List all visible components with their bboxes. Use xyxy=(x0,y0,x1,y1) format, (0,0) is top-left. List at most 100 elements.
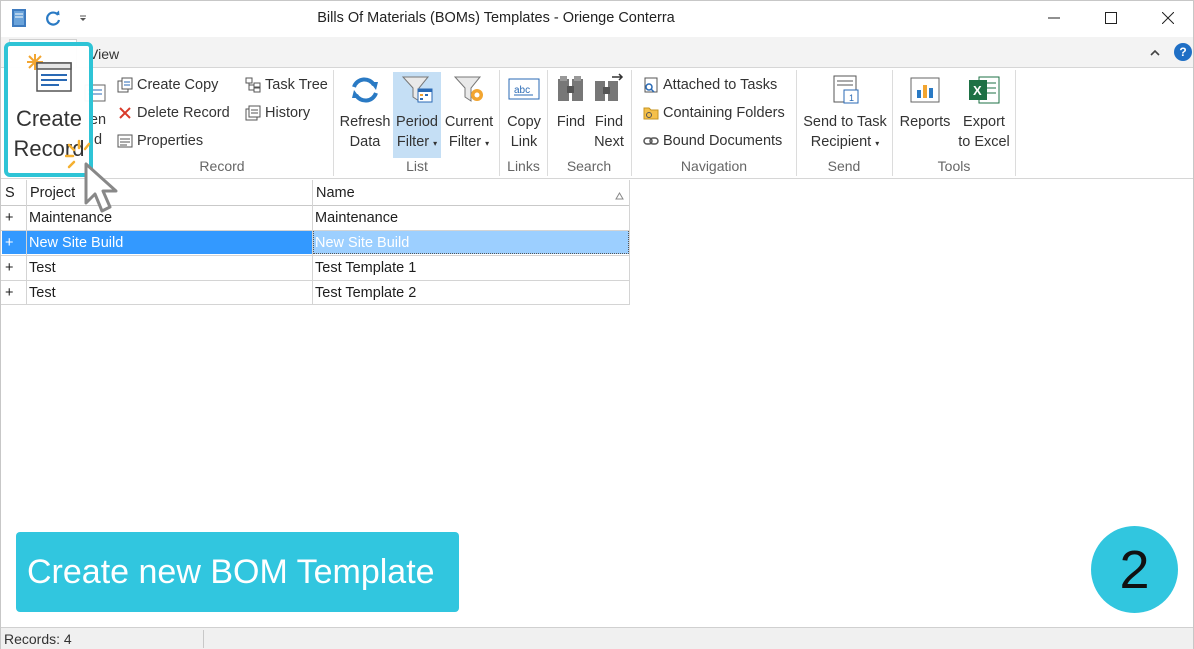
ribbon: en d Create Copy Delete Record Propertie… xyxy=(1,67,1193,179)
reports-label: Reports xyxy=(899,114,951,130)
row-divider xyxy=(1,304,630,305)
properties-button[interactable]: Properties xyxy=(117,130,203,152)
folder-icon xyxy=(643,105,659,121)
period-label-2: Filter ▾ xyxy=(396,134,438,150)
column-divider xyxy=(26,180,27,305)
minimize-button[interactable] xyxy=(1025,1,1083,35)
properties-icon xyxy=(117,133,133,149)
history-icon xyxy=(245,105,261,121)
bound-documents-label: Bound Documents xyxy=(663,133,783,149)
cell-name[interactable]: Maintenance xyxy=(315,210,625,226)
delete-icon xyxy=(117,105,133,121)
properties-label: Properties xyxy=(137,133,204,149)
export-label-2: to Excel xyxy=(958,134,1010,150)
link-icon xyxy=(643,133,659,149)
copy-link-icon: abc xyxy=(506,72,542,108)
attached-tasks-label: Attached to Tasks xyxy=(663,77,778,93)
bound-documents-button[interactable]: Bound Documents xyxy=(643,130,782,152)
window-title: Bills Of Materials (BOMs) Templates - Or… xyxy=(317,10,675,26)
delete-record-label: Delete Record xyxy=(137,105,230,121)
send-to-task-recipient-button[interactable]: 1 Send to Task Recipient ▾ xyxy=(801,72,889,154)
current-filter-icon xyxy=(451,72,487,108)
column-divider xyxy=(312,180,313,305)
refresh-label-2: Data xyxy=(349,134,381,150)
column-header-project[interactable]: Project xyxy=(30,185,75,201)
refresh-data-icon xyxy=(347,72,383,108)
containing-folders-label: Containing Folders xyxy=(663,105,785,121)
create-record-icon xyxy=(24,53,74,102)
group-separator xyxy=(1015,70,1016,176)
create-copy-icon xyxy=(117,77,133,93)
refresh-data-button[interactable]: Refresh Data xyxy=(339,72,391,152)
refresh-label-1: Refresh xyxy=(339,114,391,130)
delete-record-button[interactable]: Delete Record xyxy=(117,102,230,124)
title-bar: Bills Of Materials (BOMs) Templates - Or… xyxy=(1,1,1193,37)
period-filter-icon xyxy=(399,72,435,108)
row-expand-button[interactable]: + xyxy=(5,235,13,251)
period-filter-button[interactable]: Period Filter ▾ xyxy=(393,72,441,158)
send-label-2-text: Recipient xyxy=(810,134,872,150)
status-bar: Records: 4 xyxy=(1,627,1193,649)
task-tree-icon xyxy=(245,77,261,93)
group-list-label: List xyxy=(406,158,428,174)
column-header-s[interactable]: S xyxy=(5,185,15,201)
group-send-label: Send xyxy=(827,158,861,174)
period-label-1: Period xyxy=(396,114,438,130)
copy-label-1: Copy xyxy=(507,114,541,130)
svg-text:X: X xyxy=(973,83,982,98)
cell-name[interactable]: Test Template 1 xyxy=(315,260,625,276)
collapse-ribbon-icon[interactable] xyxy=(1149,45,1161,63)
step-number-badge: 2 xyxy=(1091,526,1178,613)
cell-project[interactable]: Test xyxy=(29,285,309,301)
group-search-label: Search xyxy=(566,158,612,174)
row-expand-button[interactable]: + xyxy=(5,285,13,301)
current-label-2: Filter ▾ xyxy=(448,134,490,150)
row-expand-button[interactable]: + xyxy=(5,210,13,226)
find-next-label-2: Next xyxy=(594,134,624,150)
current-label-2-text: Filter xyxy=(448,134,482,150)
excel-icon: X xyxy=(966,72,1002,108)
column-divider xyxy=(629,180,630,305)
svg-text:abc: abc xyxy=(514,85,530,96)
tab-view[interactable]: View xyxy=(89,46,119,62)
cell-project[interactable]: New Site Build xyxy=(29,235,309,251)
export-label-1: Export xyxy=(963,114,1005,130)
find-next-label-1: Find xyxy=(594,114,624,130)
group-tools-label: Tools xyxy=(937,158,971,174)
send-label-2: Recipient ▾ xyxy=(810,134,880,150)
export-to-excel-button[interactable]: X Export to Excel xyxy=(955,72,1013,152)
find-label: Find xyxy=(556,114,586,130)
group-separator xyxy=(333,70,334,176)
task-tree-button[interactable]: Task Tree xyxy=(245,74,328,96)
containing-folders-button[interactable]: Containing Folders xyxy=(643,102,785,124)
reports-icon xyxy=(907,72,943,108)
close-button[interactable] xyxy=(1139,1,1194,35)
row-expand-button[interactable]: + xyxy=(5,260,13,276)
tutorial-banner: Create new BOM Template xyxy=(16,532,459,612)
column-header-name[interactable]: Name xyxy=(316,185,355,201)
find-button[interactable]: Find xyxy=(551,72,591,132)
help-icon[interactable]: ? xyxy=(1174,43,1192,61)
group-record-label: Record xyxy=(199,158,245,174)
cell-name[interactable]: Test Template 2 xyxy=(315,285,625,301)
history-button[interactable]: History xyxy=(245,102,310,124)
group-links-label: Links xyxy=(507,158,540,174)
current-filter-button[interactable]: Current Filter ▾ xyxy=(443,72,495,154)
find-next-button[interactable]: Find Next xyxy=(589,72,629,152)
attached-tasks-icon xyxy=(643,77,659,93)
maximize-button[interactable] xyxy=(1082,1,1140,35)
create-copy-button[interactable]: Create Copy xyxy=(117,74,218,96)
send-label-1: Send to Task xyxy=(803,114,887,130)
copy-link-button[interactable]: abc Copy Link xyxy=(503,72,545,152)
row-divider xyxy=(1,280,630,281)
attached-to-tasks-button[interactable]: Attached to Tasks xyxy=(643,74,777,96)
cell-project[interactable]: Maintenance xyxy=(29,210,309,226)
cell-project[interactable]: Test xyxy=(29,260,309,276)
find-icon xyxy=(553,72,589,108)
reports-button[interactable]: Reports xyxy=(897,72,953,132)
send-calendar-icon: 1 xyxy=(827,72,863,108)
ribbon-tab-strip: View ? xyxy=(1,37,1193,69)
task-tree-label: Task Tree xyxy=(265,77,328,93)
cell-name[interactable]: New Site Build xyxy=(315,235,625,251)
sort-ascending-icon xyxy=(615,187,624,205)
